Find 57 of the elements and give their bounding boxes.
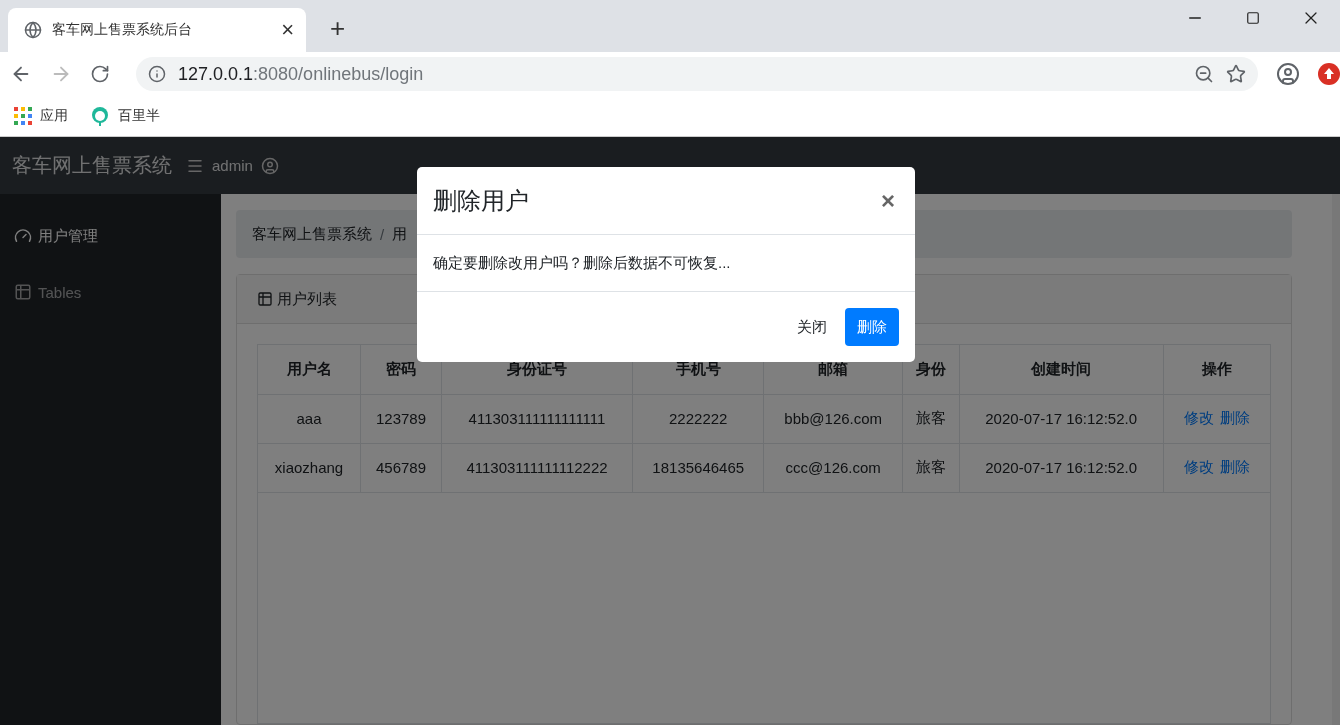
action-link[interactable]: 删除 xyxy=(1219,458,1250,475)
breadcrumb-item[interactable]: 用 xyxy=(392,224,408,244)
browser-tab[interactable]: 客车网上售票系统后台 × xyxy=(8,8,306,52)
breadcrumb-separator: / xyxy=(380,225,385,243)
info-icon xyxy=(148,65,166,83)
table-cell: 旅客 xyxy=(902,394,960,443)
table-cell: 旅客 xyxy=(902,443,960,492)
column-header: 用户名 xyxy=(258,345,361,394)
sidebar-label: 用户管理 xyxy=(38,226,98,246)
dialog-title: 删除用户 xyxy=(433,185,529,216)
table-cell: 18135646465 xyxy=(632,443,764,492)
bookmark-link[interactable]: 应用 xyxy=(40,107,68,125)
url-text: 127.0.0.1:8080/onlinebus/login xyxy=(178,63,424,85)
table-cell: xiaozhang xyxy=(258,443,361,492)
breadcrumb-item[interactable]: 客车网上售票系统 xyxy=(252,224,372,244)
table-cell: 2222222 xyxy=(632,394,764,443)
site-logo-icon xyxy=(90,106,110,126)
new-tab-button[interactable]: + xyxy=(330,13,346,44)
table-cell: 2020-07-17 16:12:52.0 xyxy=(959,443,1164,492)
globe-icon xyxy=(24,21,42,39)
table-cell: 456789 xyxy=(360,443,442,492)
column-header: 创建时间 xyxy=(959,345,1164,394)
address-bar[interactable]: 127.0.0.1:8080/onlinebus/login xyxy=(136,57,1258,91)
user-icon[interactable] xyxy=(260,156,279,175)
delete-button[interactable]: 删除 xyxy=(845,308,899,346)
table-cell: 123789 xyxy=(360,394,442,443)
dialog-message: 确定要删除改用户吗？删除后数据不可恢复... xyxy=(433,253,731,273)
table-cell: bbb@126.com xyxy=(763,394,903,443)
user-name[interactable]: admin xyxy=(212,157,253,174)
table-cell: aaa xyxy=(258,394,361,443)
sidebar-item[interactable]: Tables xyxy=(0,264,221,320)
table-cell: ccc@126.com xyxy=(763,443,903,492)
table-cell: 2020-07-17 16:12:52.0 xyxy=(959,394,1164,443)
zoom-out-icon[interactable] xyxy=(1194,64,1214,84)
star-icon[interactable] xyxy=(1226,64,1246,84)
bookmark-link[interactable]: 百里半 xyxy=(118,107,160,125)
profile-icon[interactable] xyxy=(1276,62,1300,86)
apps-grid-icon xyxy=(14,107,32,125)
table-cell: 411303111111111111 xyxy=(441,394,633,443)
extension-icon[interactable] xyxy=(1318,63,1340,85)
cancel-button[interactable]: 关闭 xyxy=(785,308,839,346)
column-header: 操作 xyxy=(1163,345,1270,394)
sidebar-label: Tables xyxy=(38,283,82,301)
table-cell: 411303111111112222 xyxy=(441,443,633,492)
sidebar-item[interactable]: 用户管理 xyxy=(0,208,221,264)
card-title: 用户列表 xyxy=(277,289,337,309)
reload-icon[interactable] xyxy=(90,64,110,84)
close-button[interactable]: × xyxy=(877,186,899,215)
table-icon xyxy=(257,291,273,307)
action-link[interactable]: 删除 xyxy=(1219,409,1250,426)
action-link[interactable]: 修改 xyxy=(1183,458,1214,475)
close-tab-button[interactable]: × xyxy=(281,17,294,43)
brand-title[interactable]: 客车网上售票系统 xyxy=(12,152,172,179)
action-link[interactable]: 修改 xyxy=(1183,409,1214,426)
gauge-icon xyxy=(14,227,32,245)
tab-title: 客车网上售票系统后台 xyxy=(52,21,193,39)
maximize-icon[interactable] xyxy=(1246,11,1260,25)
